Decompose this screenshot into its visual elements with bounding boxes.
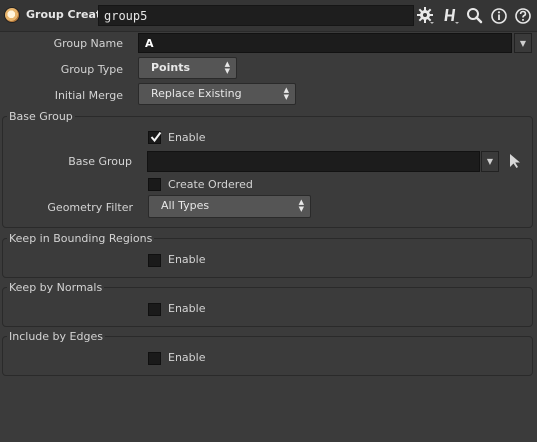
base-group-enable-label: Enable <box>168 131 206 144</box>
updown-arrows-icon: ▲ ▼ <box>298 198 304 213</box>
create-ordered-label: Create Ordered <box>168 178 253 191</box>
bounding-enable-label: Enable <box>168 253 206 266</box>
search-icon[interactable] <box>465 6 485 26</box>
create-ordered-checkbox[interactable] <box>148 178 161 191</box>
geometry-filter-value: All Types <box>161 199 210 212</box>
node-type-label: Group Create <box>26 8 109 21</box>
initial-merge-value: Replace Existing <box>151 87 242 100</box>
checkmark-icon <box>150 131 162 143</box>
edges-enable-label: Enable <box>168 351 206 364</box>
gear-icon[interactable] <box>416 6 436 26</box>
group-type-menu[interactable]: Points ▲ ▼ <box>138 57 237 79</box>
chevron-down-icon: ▼ <box>486 157 494 166</box>
group-type-value: Points <box>151 61 191 74</box>
help-h-icon[interactable] <box>441 6 461 26</box>
base-group-input[interactable] <box>147 151 480 172</box>
updown-arrows-icon: ▲ ▼ <box>283 86 289 101</box>
normals-enable-label: Enable <box>168 302 206 315</box>
base-group-folder-title: Base Group <box>7 110 75 123</box>
base-group-label: Base Group <box>68 155 132 168</box>
initial-merge-menu[interactable]: Replace Existing ▲ ▼ <box>138 83 296 105</box>
base-group-enable-checkbox[interactable] <box>148 131 162 144</box>
edges-folder-title: Include by Edges <box>7 330 105 343</box>
node-name-input[interactable] <box>98 5 414 26</box>
initial-merge-label: Initial Merge <box>54 89 123 102</box>
select-arrow-button[interactable] <box>508 153 522 172</box>
base-group-dropdown-button[interactable]: ▼ <box>481 151 499 172</box>
normals-enable-checkbox[interactable] <box>148 303 161 316</box>
group-name-dropdown-button[interactable]: ▼ <box>514 33 532 53</box>
bounding-enable-checkbox[interactable] <box>148 254 161 267</box>
chevron-down-icon: ▼ <box>519 38 527 48</box>
updown-arrows-icon: ▲ ▼ <box>224 60 230 75</box>
geometry-filter-menu[interactable]: All Types ▲ ▼ <box>148 195 311 218</box>
cursor-arrow-icon <box>510 154 520 168</box>
info-icon[interactable] <box>489 6 509 26</box>
normals-folder-title: Keep by Normals <box>7 281 105 294</box>
question-icon[interactable] <box>513 6 533 26</box>
geometry-filter-label: Geometry Filter <box>47 201 133 214</box>
group-create-node-icon <box>5 8 19 22</box>
group-name-label: Group Name <box>53 37 123 50</box>
edges-enable-checkbox[interactable] <box>148 352 161 365</box>
group-name-input[interactable]: A <box>138 33 512 53</box>
group-type-label: Group Type <box>60 63 123 76</box>
bounding-regions-folder-title: Keep in Bounding Regions <box>7 232 155 245</box>
